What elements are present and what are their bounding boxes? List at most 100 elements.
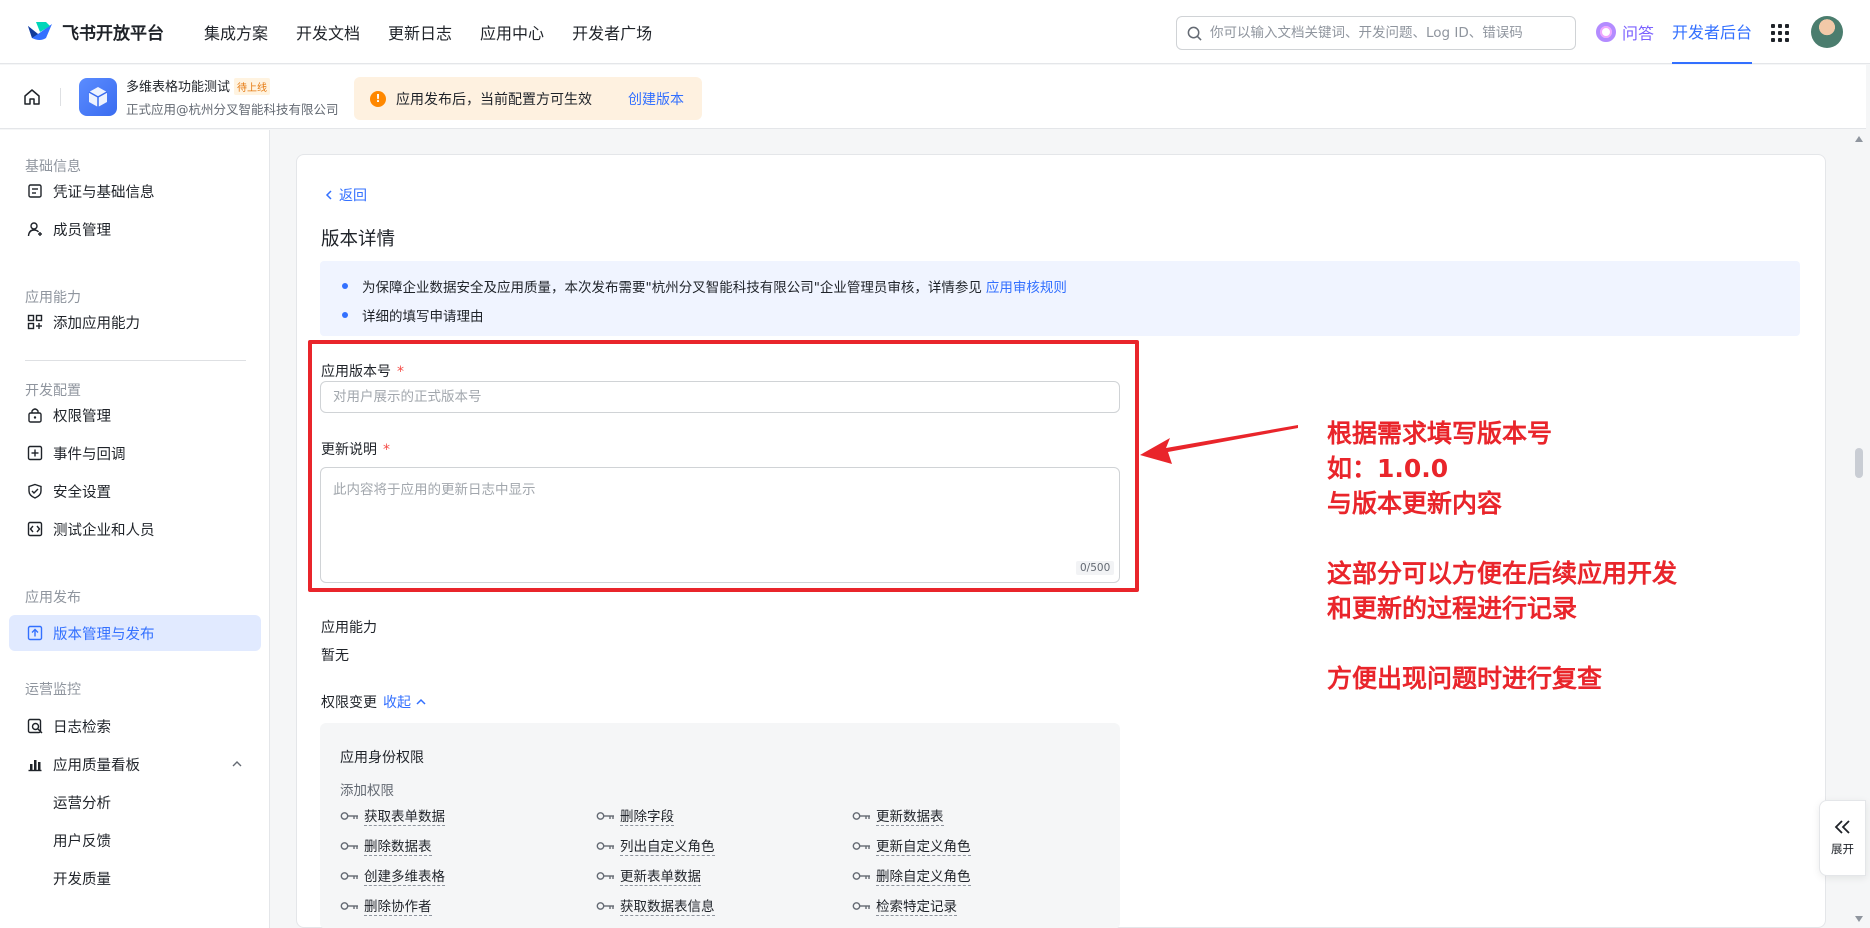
expand-button[interactable]: 展开 (1819, 800, 1866, 876)
sidebar-item-add-ability[interactable]: 添加应用能力 (9, 304, 261, 340)
sidebar-item-label: 权限管理 (53, 408, 111, 425)
brand[interactable]: 飞书开放平台 (26, 19, 204, 44)
sidebar-item-label: 凭证与基础信息 (53, 184, 155, 201)
chevron-left-icon (325, 190, 332, 200)
sidebar-section-release: 应用发布 (25, 590, 81, 606)
developer-console-tab[interactable]: 开发者后台 (1672, 0, 1753, 64)
sidebar-item-quality-board[interactable]: 应用质量看板 (9, 746, 261, 782)
nav-changelog[interactable]: 更新日志 (388, 20, 452, 44)
sidebar-item-test-tenants[interactable]: 测试企业和人员 (9, 511, 261, 547)
sidebar-item-security[interactable]: 安全设置 (9, 473, 261, 509)
permission-item: 获取表单数据 (340, 805, 445, 826)
search-input[interactable] (1210, 25, 1560, 41)
chevron-up-icon (416, 698, 426, 705)
permission-item: 更新表单数据 (596, 865, 701, 886)
ability-label: 应用能力 (321, 620, 377, 636)
permission-item: 更新数据表 (852, 805, 944, 826)
release-notes-textarea[interactable] (320, 467, 1120, 583)
permission-label: 删除自定义角色 (876, 865, 971, 886)
tip-text: 为保障企业数据安全及应用质量，本次发布需要"杭州分叉智能科技有限公司"企业管理员… (362, 279, 982, 296)
sidebar-item-permissions[interactable]: 权限管理 (9, 397, 261, 433)
warning-icon: ! (370, 90, 386, 107)
permission-item: 删除自定义角色 (852, 865, 971, 886)
permission-label: 删除字段 (620, 805, 674, 826)
sidebar-item-events[interactable]: 事件与回调 (9, 435, 261, 471)
qa-button[interactable]: 问答 (1596, 20, 1654, 44)
permission-change-header: 权限变更 收起 (321, 692, 427, 712)
publish-notice: ! 应用发布后，当前配置方可生效 创建版本 (354, 77, 702, 120)
apps-grid-icon[interactable] (1771, 24, 1789, 42)
divider (25, 360, 246, 361)
home-icon[interactable] (22, 87, 42, 107)
nav-solutions[interactable]: 集成方案 (204, 20, 268, 44)
permission-label: 删除数据表 (364, 835, 432, 856)
annotation-line: 与版本更新内容 (1327, 489, 1503, 518)
key-icon (852, 901, 870, 910)
chart-icon (26, 755, 44, 773)
perm-box-title: 应用身份权限 (340, 750, 424, 766)
permission-label: 更新表单数据 (620, 865, 701, 886)
scroll-up-icon[interactable] (1855, 136, 1863, 142)
review-rules-link[interactable]: 应用审核规则 (986, 276, 1067, 296)
sidebar-item-label: 成员管理 (53, 222, 111, 239)
nav-developer-plaza[interactable]: 开发者广场 (572, 20, 652, 44)
permission-label: 检索特定记录 (876, 895, 957, 916)
upload-icon (26, 624, 44, 642)
annotation-line: 方便出现问题时进行复查 (1327, 664, 1603, 693)
permission-label: 获取表单数据 (364, 805, 445, 826)
create-version-link[interactable]: 创建版本 (628, 89, 684, 109)
permission-icon (26, 406, 44, 424)
status-badge: 待上线 (234, 77, 271, 95)
version-input[interactable] (320, 381, 1120, 413)
qa-icon (1596, 22, 1616, 42)
collapse-toggle[interactable]: 收起 (383, 692, 427, 712)
notes-label: 更新说明 * (321, 442, 390, 458)
top-navigation: 飞书开放平台 集成方案 开发文档 更新日志 应用中心 开发者广场 (0, 0, 1870, 64)
sidebar-item-label: 日志检索 (53, 719, 111, 736)
annotation-arrow-icon (1140, 425, 1298, 464)
key-icon (852, 811, 870, 820)
review-tips: 为保障企业数据安全及应用质量，本次发布需要"杭州分叉智能科技有限公司"企业管理员… (320, 261, 1800, 336)
sidebar-item-user-feedback[interactable]: 用户反馈 (9, 822, 261, 858)
sidebar-item-label: 用户反馈 (53, 833, 111, 850)
permission-item: 创建多维表格 (340, 865, 445, 886)
key-icon (340, 901, 358, 910)
avatar[interactable] (1811, 16, 1843, 48)
ability-value: 暂无 (321, 648, 349, 664)
tip-item: 详细的填写申请理由 (342, 300, 1800, 329)
permission-label: 获取数据表信息 (620, 895, 715, 916)
sidebar-item-dev-quality[interactable]: 开发质量 (9, 860, 261, 896)
annotation-line (1327, 521, 1757, 556)
sidebar: 基础信息 凭证与基础信息 成员管理 应用能力 添加应用能力 开发配置 权限管理 … (0, 130, 270, 928)
sidebar-item-label: 安全设置 (53, 484, 111, 501)
scroll-down-icon[interactable] (1855, 916, 1863, 922)
sidebar-item-credentials[interactable]: 凭证与基础信息 (9, 173, 261, 209)
permission-label: 列出自定义角色 (620, 835, 715, 856)
chevron-up-icon[interactable] (231, 758, 243, 770)
scroll-thumb[interactable] (1855, 448, 1863, 478)
search-box[interactable] (1176, 16, 1576, 50)
expand-label: 展开 (1831, 842, 1854, 856)
divider (60, 87, 61, 106)
sidebar-item-log-search[interactable]: 日志检索 (9, 708, 261, 744)
key-icon (596, 871, 614, 880)
sidebar-item-label: 事件与回调 (53, 446, 126, 463)
permission-item: 删除字段 (596, 805, 674, 826)
permission-item: 检索特定记录 (852, 895, 957, 916)
notes-label-text: 更新说明 (321, 442, 377, 458)
permission-box: 应用身份权限 添加权限 获取表单数据 删除字段 更新数据表 删除数据表 列出自定义角色更… (320, 723, 1120, 928)
sidebar-item-version-release[interactable]: 版本管理与发布 (9, 615, 261, 651)
nav-docs[interactable]: 开发文档 (296, 20, 360, 44)
key-icon (596, 901, 614, 910)
nav-app-center[interactable]: 应用中心 (480, 20, 544, 44)
permission-item: 删除协作者 (340, 895, 432, 916)
bullet-icon (342, 311, 348, 318)
permission-item: 删除数据表 (340, 835, 432, 856)
sidebar-item-members[interactable]: 成员管理 (9, 211, 261, 247)
double-chevron-left-icon (1834, 820, 1850, 834)
back-label: 返回 (339, 188, 367, 204)
sidebar-item-ops-analysis[interactable]: 运营分析 (9, 784, 261, 820)
back-link[interactable]: 返回 (323, 185, 367, 205)
permission-label: 更新自定义角色 (876, 835, 971, 856)
app-tenant: 正式应用@杭州分叉智能科技有限公司 (126, 101, 339, 117)
